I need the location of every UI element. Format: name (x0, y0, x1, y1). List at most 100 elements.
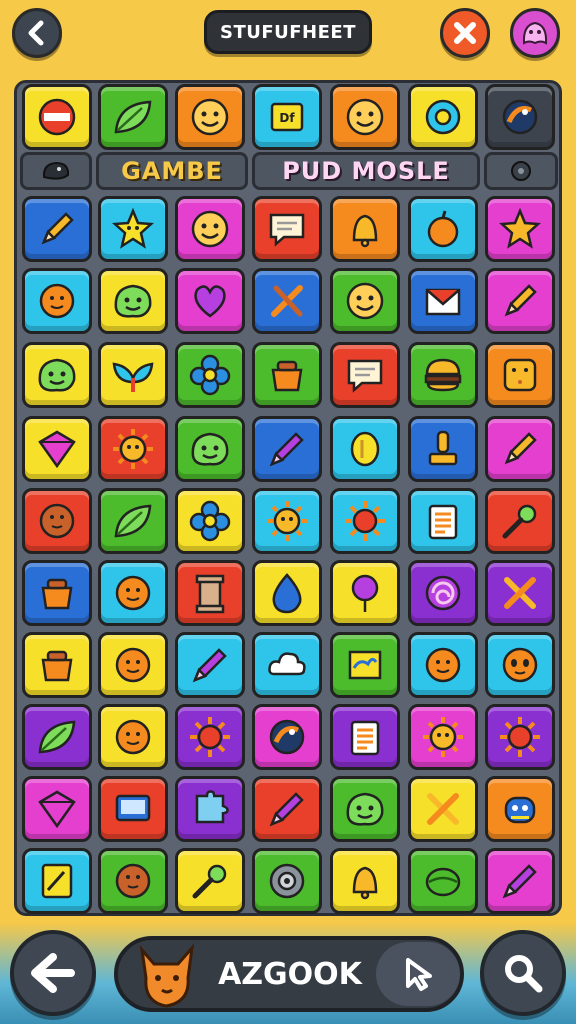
tile[interactable] (485, 416, 555, 482)
tile[interactable] (330, 268, 400, 334)
tile[interactable] (175, 196, 245, 262)
cursor-button[interactable] (376, 942, 460, 1006)
tile[interactable] (330, 342, 400, 408)
tile[interactable] (408, 268, 478, 334)
tile[interactable] (22, 488, 92, 554)
tile[interactable] (330, 84, 400, 150)
tile[interactable] (252, 632, 322, 698)
tile[interactable] (408, 632, 478, 698)
tile[interactable] (252, 776, 322, 842)
tile[interactable] (98, 848, 168, 914)
stamp-icon (428, 430, 458, 466)
tile[interactable] (252, 848, 322, 914)
tile[interactable] (485, 632, 555, 698)
tile[interactable] (22, 704, 92, 770)
tile[interactable] (408, 488, 478, 554)
tile[interactable] (98, 84, 168, 150)
tile[interactable]: Df (252, 84, 322, 150)
wings-icon (112, 362, 154, 392)
orb-icon (502, 99, 538, 135)
footer-panel[interactable]: AZGOOK (114, 936, 464, 1012)
back-arrow-button[interactable] (10, 930, 96, 1016)
tile[interactable] (22, 776, 92, 842)
tile[interactable] (330, 416, 400, 482)
tile[interactable] (98, 268, 168, 334)
tile[interactable] (330, 776, 400, 842)
tile[interactable] (252, 704, 322, 770)
tile[interactable] (252, 560, 322, 626)
tile[interactable] (98, 560, 168, 626)
tile[interactable] (98, 632, 168, 698)
ball-icon (115, 719, 151, 755)
blob-face-icon (38, 358, 76, 392)
tile[interactable] (175, 488, 245, 554)
tile[interactable] (252, 416, 322, 482)
tile[interactable] (330, 488, 400, 554)
tile[interactable] (98, 776, 168, 842)
tile[interactable] (408, 848, 478, 914)
tile[interactable] (485, 560, 555, 626)
tile[interactable] (252, 488, 322, 554)
tile[interactable] (98, 704, 168, 770)
tile[interactable] (330, 848, 400, 914)
tile[interactable] (22, 342, 92, 408)
tile[interactable] (252, 342, 322, 408)
tile[interactable] (22, 196, 92, 262)
tile[interactable] (485, 342, 555, 408)
character-button[interactable] (510, 8, 560, 58)
tile[interactable] (22, 268, 92, 334)
tile[interactable] (98, 196, 168, 262)
category-tab-left[interactable]: GAMBE (96, 152, 248, 190)
tile[interactable] (252, 268, 322, 334)
tile[interactable] (175, 848, 245, 914)
tile[interactable] (175, 776, 245, 842)
sun-face-icon (423, 717, 463, 757)
tile[interactable] (330, 704, 400, 770)
tile[interactable] (485, 776, 555, 842)
tile[interactable] (408, 704, 478, 770)
tile[interactable] (408, 560, 478, 626)
tile[interactable] (408, 416, 478, 482)
tile[interactable] (175, 416, 245, 482)
tile[interactable] (485, 488, 555, 554)
tile[interactable] (175, 342, 245, 408)
tile[interactable] (408, 196, 478, 262)
leaf-icon (114, 100, 152, 134)
tile[interactable] (22, 560, 92, 626)
tile[interactable] (330, 632, 400, 698)
tile[interactable] (485, 196, 555, 262)
crayon-icon (192, 648, 227, 683)
search-icon (505, 955, 543, 993)
tile[interactable] (485, 704, 555, 770)
drop-icon (272, 573, 302, 614)
tile[interactable] (98, 488, 168, 554)
category-tab-right[interactable]: PUD MOSLE (252, 152, 480, 190)
tile[interactable] (252, 196, 322, 262)
tile[interactable] (485, 268, 555, 334)
tile[interactable] (175, 268, 245, 334)
tile[interactable] (175, 560, 245, 626)
tile[interactable] (98, 342, 168, 408)
close-button[interactable] (440, 8, 490, 58)
tile[interactable] (408, 84, 478, 150)
flower-icon (189, 500, 231, 542)
tile[interactable] (22, 848, 92, 914)
tile[interactable] (408, 342, 478, 408)
tile[interactable] (22, 632, 92, 698)
tile[interactable] (485, 84, 555, 150)
back-button[interactable] (12, 8, 62, 58)
tile[interactable] (22, 416, 92, 482)
tile[interactable] (175, 704, 245, 770)
tile[interactable] (175, 632, 245, 698)
tile[interactable] (330, 560, 400, 626)
search-button[interactable] (480, 930, 566, 1016)
header-icon-right (484, 152, 558, 190)
tile[interactable] (408, 776, 478, 842)
cracker-icon (503, 358, 537, 392)
tile[interactable] (485, 848, 555, 914)
tile[interactable] (98, 416, 168, 482)
tile[interactable] (22, 84, 92, 150)
pillar-icon (195, 574, 225, 614)
tile[interactable] (330, 196, 400, 262)
tile[interactable] (175, 84, 245, 150)
